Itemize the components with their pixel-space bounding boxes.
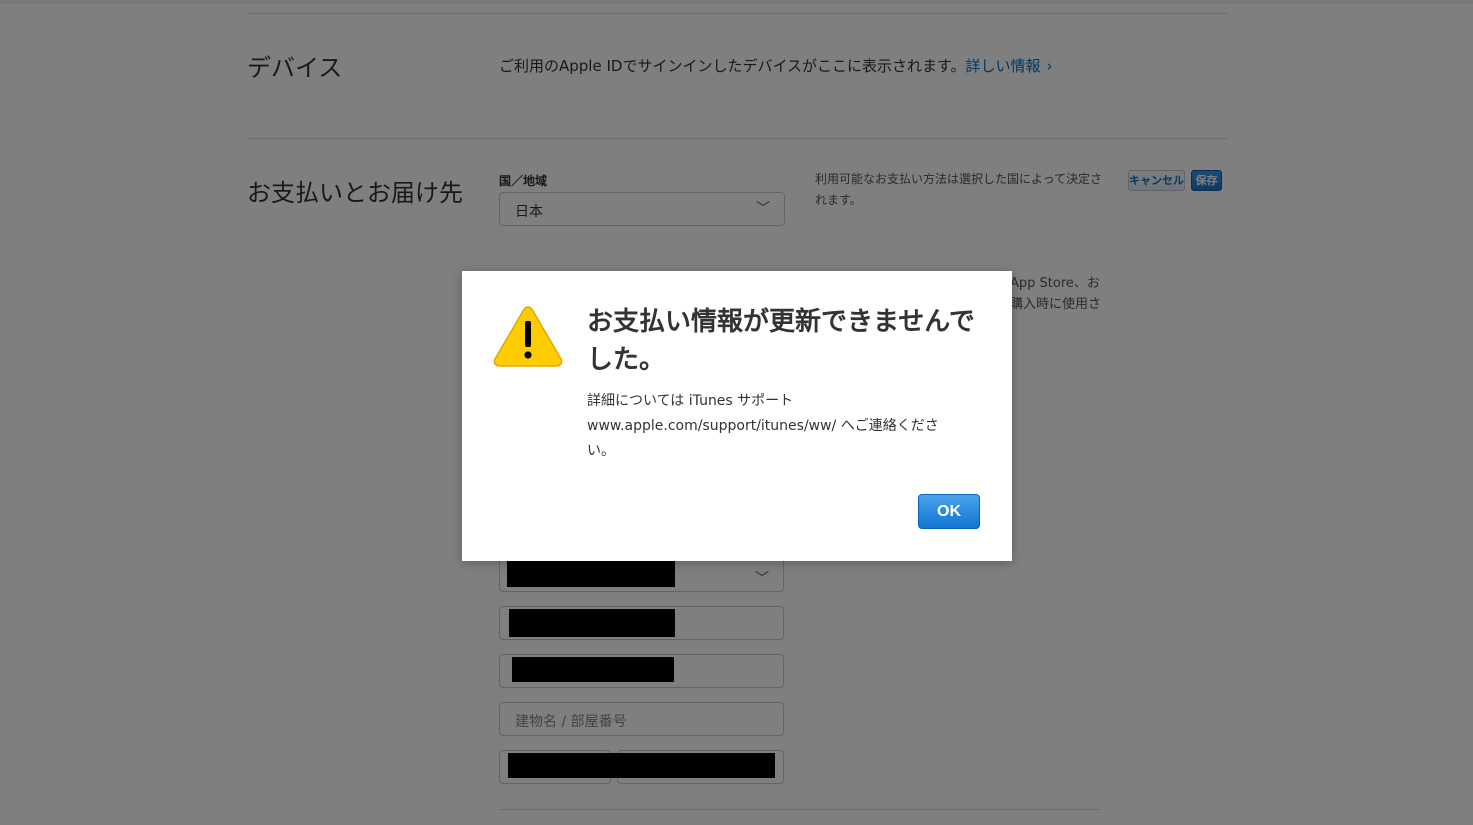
dialog-title: お支払い情報が更新できませんでした。 (587, 307, 975, 375)
dialog-message-line: 詳細については iTunes サポート (587, 393, 794, 409)
dialog-message: 詳細については iTunes サポート www.apple.com/suppor… (587, 389, 987, 464)
dialog-message-line: い。 (587, 443, 615, 459)
warning-icon (493, 306, 563, 367)
error-dialog: お支払い情報が更新できませんでした。 詳細については iTunes サポート w… (462, 271, 1012, 561)
ok-button[interactable]: OK (918, 494, 980, 529)
dialog-message-line: www.apple.com/support/itunes/ww/ へご連絡くださ (587, 418, 939, 434)
